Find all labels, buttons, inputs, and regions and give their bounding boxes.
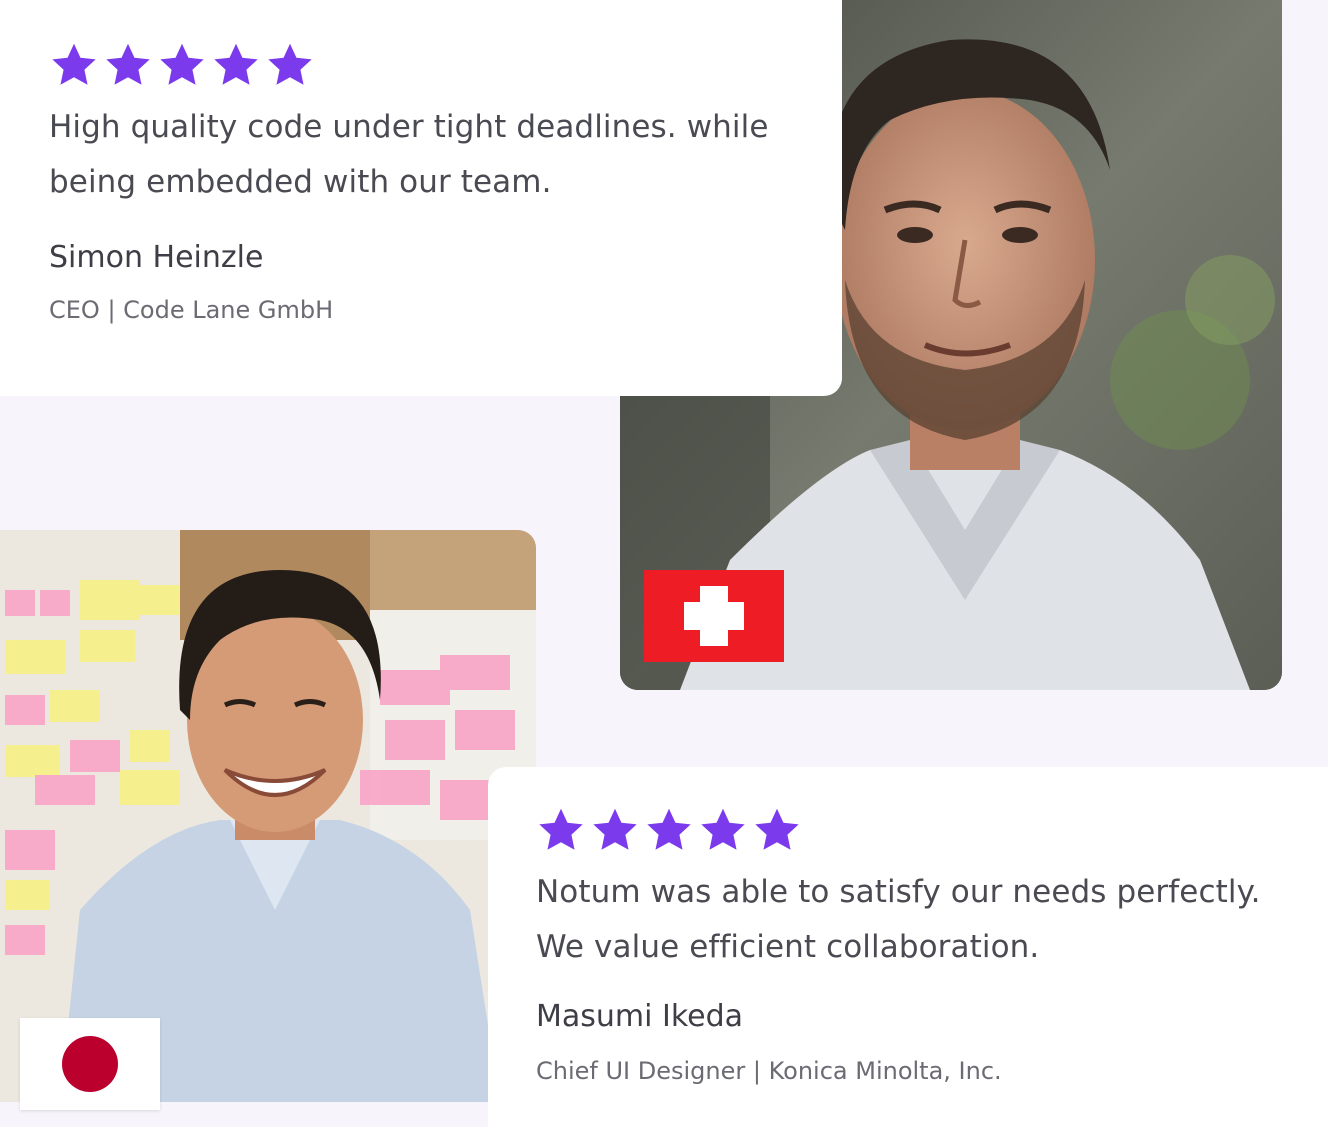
testimonial-photo-masumi (0, 530, 536, 1102)
star-icon (701, 808, 745, 850)
testimonial-role: Chief UI Designer | Konica Minolta, Inc. (536, 1057, 1002, 1085)
switzerland-flag-icon (644, 570, 784, 662)
star-icon (160, 43, 204, 85)
portrait-illustration (0, 530, 536, 1102)
testimonial-card-simon: High quality code under tight deadlines.… (0, 0, 842, 396)
testimonial-role: CEO | Code Lane GmbH (49, 296, 334, 324)
testimonial-card-masumi: Notum was able to satisfy our needs perf… (488, 767, 1328, 1127)
star-icon (539, 808, 583, 850)
star-rating (49, 40, 842, 90)
star-icon (755, 808, 799, 850)
star-icon (593, 808, 637, 850)
testimonial-author: Masumi Ikeda (536, 999, 744, 1034)
star-rating (536, 805, 1328, 855)
star-icon (106, 43, 150, 85)
star-icon (647, 808, 691, 850)
star-icon (52, 43, 96, 85)
star-icon (268, 43, 312, 85)
star-icon (214, 43, 258, 85)
testimonial-quote: Notum was able to satisfy our needs perf… (536, 874, 1261, 965)
testimonial-quote: High quality code under tight deadlines.… (49, 109, 769, 200)
japan-flag-icon (20, 1018, 160, 1110)
testimonial-author: Simon Heinzle (49, 240, 264, 275)
